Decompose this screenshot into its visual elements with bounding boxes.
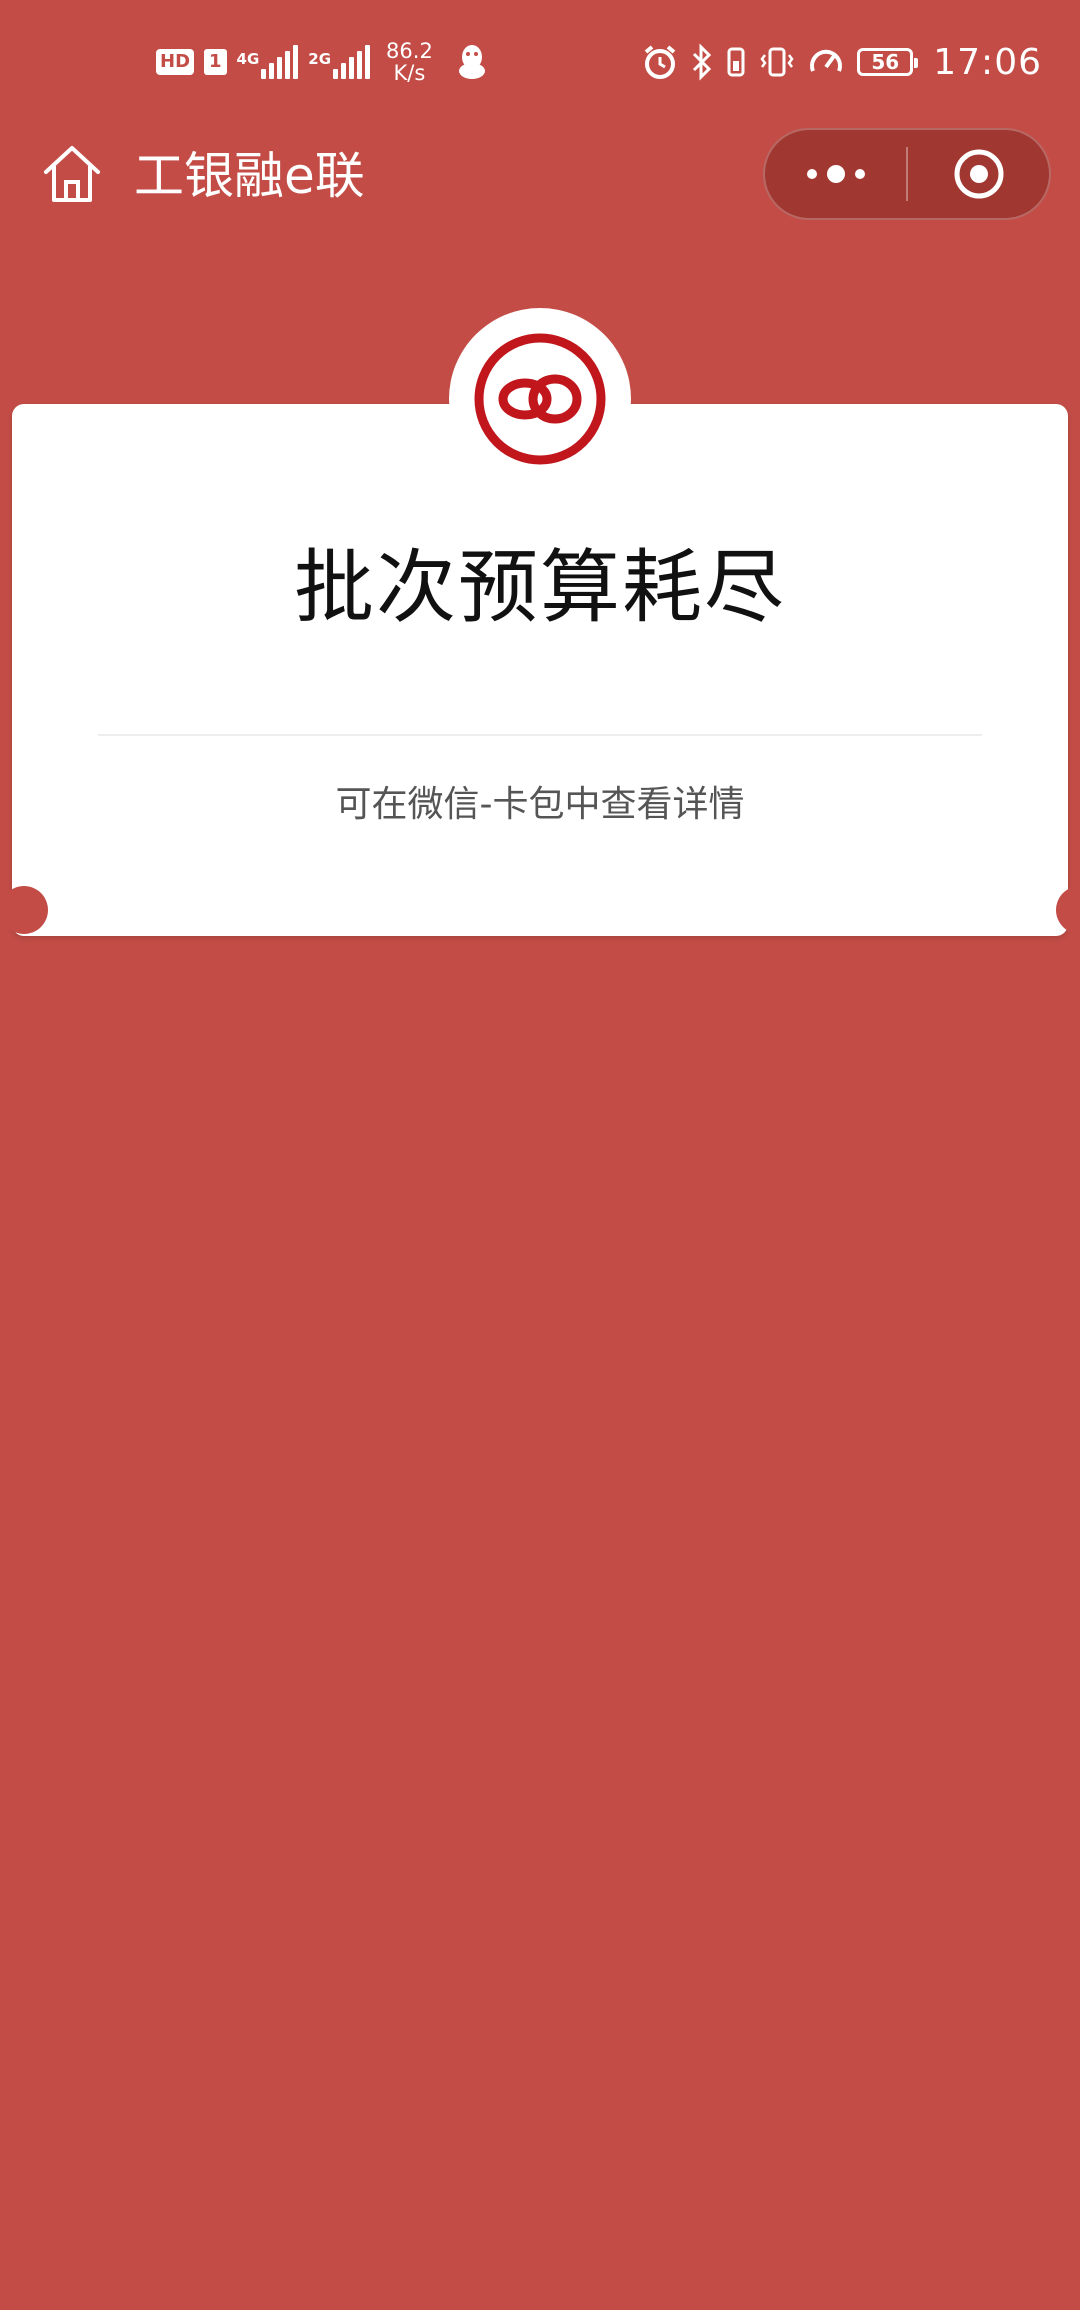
hd-badge: HD <box>156 49 195 75</box>
result-subtitle: 可在微信-卡包中查看详情 <box>335 784 745 825</box>
ticket-notch-right <box>1056 886 1080 934</box>
navigation-bar: 工银融e联 <box>0 120 1080 232</box>
battery-icon: 56 <box>857 48 919 76</box>
status-bar-right: 56 17:06 <box>641 34 1042 90</box>
alarm-icon <box>641 43 679 81</box>
signal-strength-icon <box>333 45 371 79</box>
phone-vibrate-icon <box>725 43 747 81</box>
speedometer-icon <box>807 43 845 81</box>
more-dots-icon <box>806 165 865 183</box>
close-mini-program-button[interactable] <box>908 130 1049 218</box>
mini-program-capsule <box>763 128 1051 220</box>
network-2g: 2G <box>308 45 371 79</box>
bluetooth-icon <box>691 43 713 81</box>
qq-penguin-icon <box>457 43 487 81</box>
network-speed: 86.2 K/s <box>386 40 433 84</box>
target-close-icon <box>954 149 1003 199</box>
status-bar-left: HD 1 4G 2G 86.2 K/s <box>156 34 487 90</box>
ticket-notch-left <box>0 886 48 934</box>
network-2g-label: 2G <box>308 50 332 68</box>
network-speed-value: 86.2 <box>386 39 433 63</box>
page-title: 工银融e联 <box>134 147 365 205</box>
result-title: 批次预算耗尽 <box>294 541 786 634</box>
ticket-card-area: 批次预算耗尽 可在微信-卡包中查看详情 <box>0 300 1080 950</box>
icbc-logo-icon <box>474 333 606 465</box>
network-speed-unit: K/s <box>393 61 426 85</box>
icbc-logo-badge <box>449 308 631 490</box>
signal-strength-icon <box>261 45 299 79</box>
status-bar: HD 1 4G 2G 86.2 K/s 56 17:06 <box>0 0 1080 120</box>
vibrate-icon <box>759 43 795 81</box>
card-divider <box>98 734 982 736</box>
more-button[interactable] <box>765 130 906 218</box>
battery-level: 56 <box>871 50 900 74</box>
network-4g: 4G <box>237 45 299 79</box>
home-icon[interactable] <box>40 142 104 206</box>
sim-slot-badge: 1 <box>204 49 227 75</box>
clock: 17:06 <box>933 41 1042 83</box>
network-4g-label: 4G <box>236 50 260 68</box>
